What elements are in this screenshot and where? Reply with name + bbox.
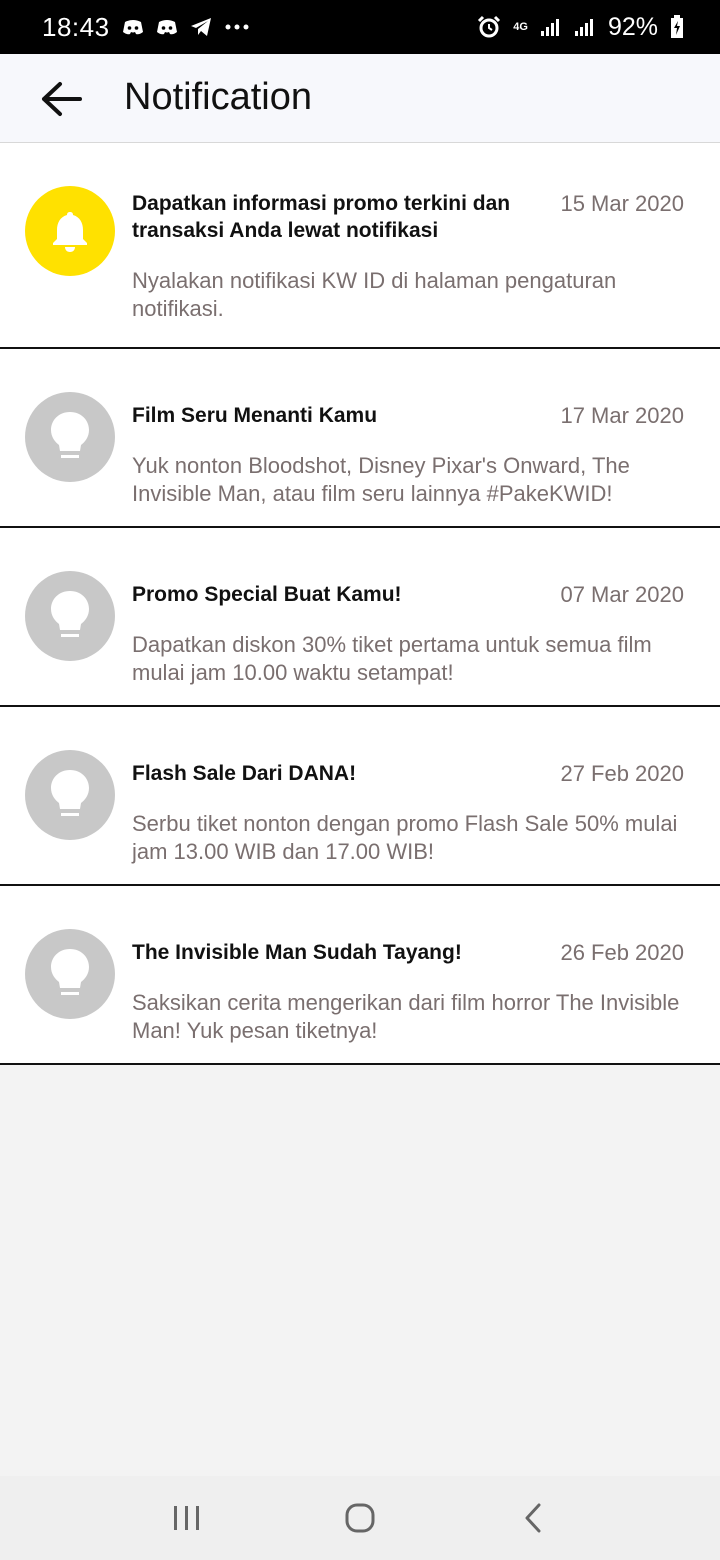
page-title: Notification [124,76,312,118]
notification-avatar [25,750,115,840]
discord-icon [122,18,144,36]
notification-avatar [25,571,115,661]
app-bar: Notification [0,54,720,143]
lightbulb-icon [51,591,89,637]
notification-date: 07 Mar 2020 [560,582,684,607]
system-nav-bar [0,1476,720,1560]
system-back-button[interactable] [503,1488,563,1548]
notification-body: Dapatkan diskon 30% tiket pertama untuk … [132,632,652,685]
status-bar: 18:43 4G 92% [0,0,720,54]
notification-avatar [25,392,115,482]
signal-icon [574,17,596,37]
home-icon [345,1503,375,1533]
battery-icon [670,15,684,39]
arrow-left-icon [42,82,82,116]
lightbulb-icon [51,412,89,458]
notification-item[interactable]: Flash Sale Dari DANA! 27 Feb 2020 Serbu … [0,707,720,886]
back-button[interactable] [36,74,86,124]
discord-icon [156,18,178,36]
notification-item[interactable]: Dapatkan informasi promo terkini dan tra… [0,143,720,349]
lightbulb-icon [51,949,89,995]
back-icon [525,1503,541,1533]
status-left: 18:43 [42,12,250,43]
notification-list: Dapatkan informasi promo terkini dan tra… [0,143,720,1065]
notification-title: Flash Sale Dari DANA! [132,762,357,785]
recent-apps-icon [173,1506,199,1530]
notification-date: 15 Mar 2020 [560,191,684,216]
alarm-icon [477,15,501,39]
battery-percent: 92% [607,12,658,41]
recent-apps-button[interactable] [157,1488,217,1548]
notification-date: 26 Feb 2020 [560,940,684,965]
signal-icon [540,17,562,37]
more-dots-icon [224,23,250,31]
notification-title: The Invisible Man Sudah Tayang! [132,941,462,964]
status-time: 18:43 [42,11,110,42]
bell-icon [53,212,87,252]
notification-title: Film Seru Menanti Kamu [132,404,378,427]
notification-body: Saksikan cerita mengerikan dari film hor… [132,990,680,1043]
notification-date: 17 Mar 2020 [560,403,684,428]
notification-item[interactable]: Film Seru Menanti Kamu 17 Mar 2020 Yuk n… [0,349,720,528]
notification-body: Nyalakan notifikasi KW ID di halaman pen… [132,268,617,321]
lightbulb-icon [51,770,89,816]
telegram-icon [190,17,212,37]
notification-item[interactable]: Promo Special Buat Kamu! 07 Mar 2020 Dap… [0,528,720,707]
status-right: 4G 92% [477,13,684,42]
home-button[interactable] [330,1488,390,1548]
notification-date: 27 Feb 2020 [560,761,684,786]
network-type: 4G [513,21,528,33]
notification-body: Serbu tiket nonton dengan promo Flash Sa… [132,811,678,864]
notification-title: Promo Special Buat Kamu! [132,583,402,606]
notification-title: Dapatkan informasi promo terkini dan tra… [132,192,511,242]
notification-body: Yuk nonton Bloodshot, Disney Pixar's Onw… [132,453,630,506]
notification-avatar [25,929,115,1019]
notification-avatar [25,186,115,276]
notification-item[interactable]: The Invisible Man Sudah Tayang! 26 Feb 2… [0,886,720,1065]
